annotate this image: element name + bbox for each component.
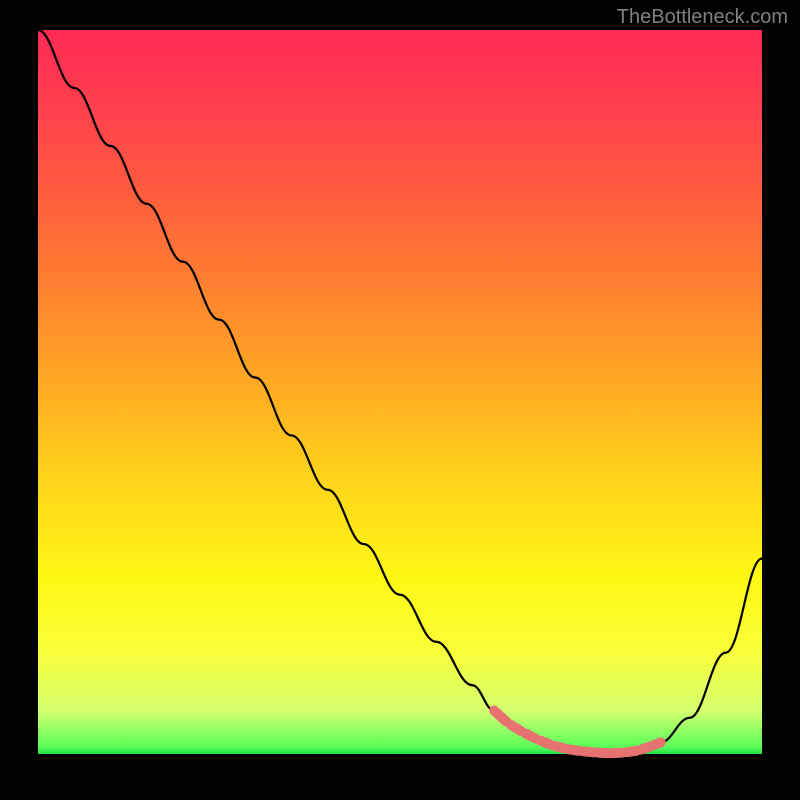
flat-marker	[525, 733, 535, 738]
flat-marker	[627, 751, 637, 753]
flat-marker	[612, 753, 622, 754]
flat-marker	[569, 749, 579, 751]
flat-marker	[554, 746, 564, 749]
flat-region-markers	[489, 706, 666, 754]
flat-marker	[598, 753, 608, 754]
flat-marker	[583, 751, 593, 752]
watermark-text: TheBottleneck.com	[617, 6, 788, 29]
bottleneck-curve	[38, 30, 762, 754]
curve-path	[38, 30, 762, 753]
chart-plot-area	[38, 30, 762, 754]
flat-marker	[540, 740, 550, 744]
flat-marker-dot	[656, 737, 666, 747]
flat-marker-dot	[489, 706, 499, 716]
flat-marker	[641, 746, 651, 750]
flat-marker	[511, 725, 521, 731]
